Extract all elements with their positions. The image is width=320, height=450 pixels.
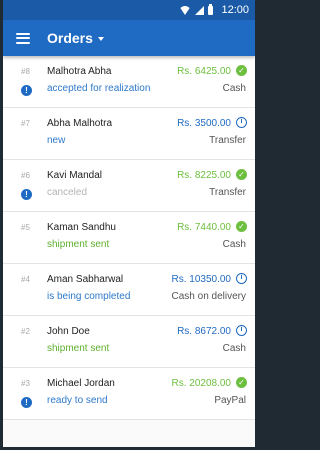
order-amount: Rs. 20208.00	[171, 378, 232, 389]
payment-method: Cash	[222, 343, 246, 354]
order-row[interactable]: #2 John Doe shipment sent Rs. 8672.00 i Cash	[3, 316, 255, 368]
chevron-down-icon[interactable]	[97, 37, 104, 41]
order-number: #8	[21, 67, 30, 76]
check-circle-icon: ✓	[236, 377, 247, 388]
order-row[interactable]: #5 Kaman Sandhu shipment sent Rs. 7440.00 ✓ C…	[3, 212, 255, 264]
wifi-icon	[179, 5, 192, 15]
customer-name: Michael Jordan	[47, 378, 115, 389]
order-status: new	[47, 135, 66, 146]
info-circle-icon: i	[236, 325, 247, 336]
battery-icon	[208, 3, 214, 15]
order-number: #4	[21, 275, 30, 284]
order-status: is being completed	[47, 291, 131, 302]
check-circle-icon: ✓	[236, 65, 247, 76]
order-amount: Rs. 6425.00	[177, 66, 231, 77]
order-status: accepted for realization	[47, 83, 151, 94]
payment-method: Cash on delivery	[171, 291, 246, 302]
order-number: #2	[21, 327, 30, 336]
status-bar: 12:00	[3, 0, 255, 20]
page-title[interactable]: Orders	[47, 30, 93, 46]
customer-name: Malhotra Abha	[47, 66, 112, 77]
order-number: #7	[21, 119, 30, 128]
order-row[interactable]: #4 Aman Sabharwal is being completed Rs. 10…	[3, 264, 255, 316]
order-row[interactable]: #7 Abha Malhotra new Rs. 3500.00 i Transfer	[3, 108, 255, 160]
check-circle-icon: ✓	[236, 169, 247, 180]
payment-method: PayPal	[214, 395, 246, 406]
order-row[interactable]: #6! Kavi Mandal canceled Rs. 8225.00 ✓ Transf…	[3, 160, 255, 212]
order-number: #5	[21, 223, 30, 232]
payment-method: Cash	[222, 239, 246, 250]
order-status: ready to send	[47, 395, 108, 406]
order-row[interactable]: #3! Michael Jordan ready to send Rs. 20208.…	[3, 368, 255, 420]
payment-method: Transfer	[209, 135, 246, 146]
customer-name: Kaman Sandhu	[47, 222, 116, 233]
menu-icon[interactable]	[16, 32, 30, 44]
info-circle-icon: i	[236, 273, 247, 284]
customer-name: Abha Malhotra	[47, 118, 113, 129]
payment-method: Transfer	[209, 187, 246, 198]
order-status: shipment sent	[47, 239, 110, 250]
order-number: #3	[21, 379, 30, 388]
clock: 12:00	[221, 4, 249, 16]
customer-name: Kavi Mandal	[47, 170, 103, 181]
order-status: canceled	[47, 187, 88, 198]
order-row[interactable]: #8! Malhotra Abha accepted for realization…	[3, 56, 255, 108]
app-frame: 12:00 Orders #8! Malhotra Abha accepted fo…	[3, 0, 255, 447]
signal-icon	[195, 5, 205, 15]
customer-name: John Doe	[47, 326, 90, 337]
info-circle-icon: i	[236, 117, 247, 128]
order-amount: Rs. 8225.00	[177, 170, 231, 181]
alert-icon: !	[21, 85, 32, 96]
order-amount: Rs. 10350.00	[171, 274, 232, 285]
order-amount: Rs. 3500.00	[177, 118, 231, 129]
order-list: #8! Malhotra Abha accepted for realization…	[3, 56, 255, 420]
order-amount: Rs. 7440.00	[177, 222, 231, 233]
customer-name: Aman Sabharwal	[47, 274, 124, 285]
alert-icon: !	[21, 189, 32, 200]
order-status: shipment sent	[47, 343, 110, 354]
check-circle-icon: ✓	[236, 221, 247, 232]
payment-method: Cash	[222, 83, 246, 94]
order-number: #6	[21, 171, 30, 180]
order-amount: Rs. 8672.00	[177, 326, 231, 337]
alert-icon: !	[21, 397, 32, 408]
app-bar: Orders	[3, 20, 255, 56]
